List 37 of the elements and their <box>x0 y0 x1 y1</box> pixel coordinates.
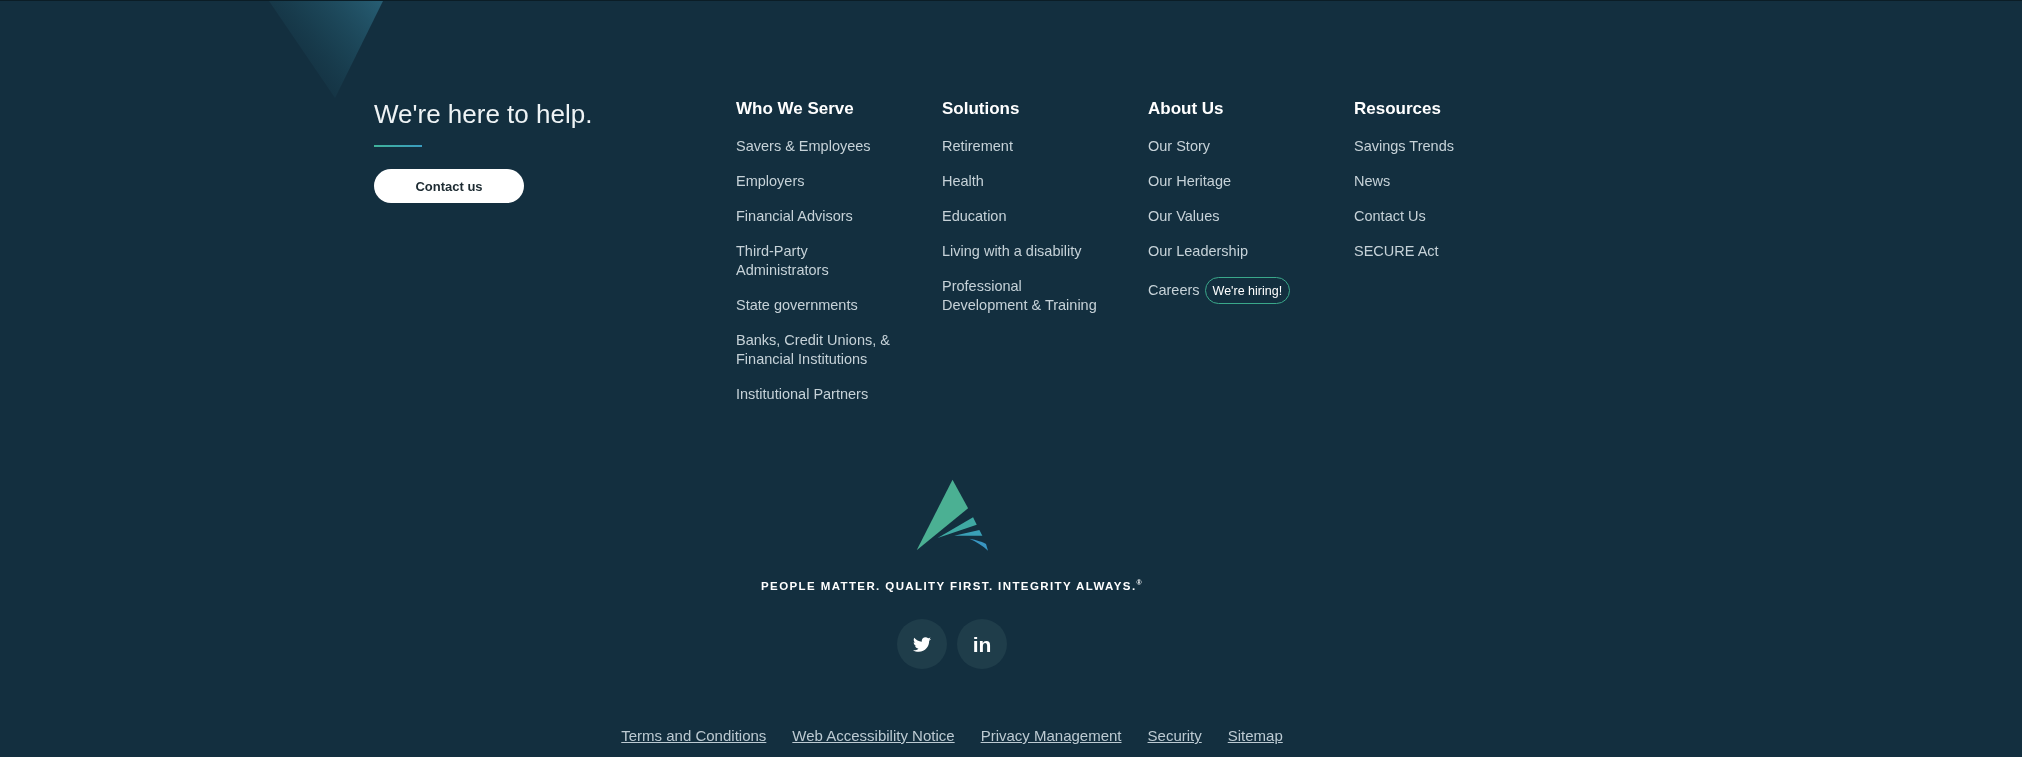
footer-link[interactable]: Contact Us <box>1354 207 1426 226</box>
footer-link[interactable]: Banks, Credit Unions, & Financial Institutions <box>736 331 896 369</box>
footer-link[interactable]: Living with a disability <box>942 242 1082 261</box>
footer-link[interactable]: Retirement <box>942 137 1013 156</box>
footer-link[interactable]: Institutional Partners <box>736 385 869 404</box>
social-button[interactable]: in <box>957 619 1007 669</box>
column-heading: Resources <box>1354 98 1442 120</box>
footer-link[interactable]: Savers & Employees <box>736 137 871 156</box>
legal-link[interactable]: Terms and Conditions <box>621 726 767 746</box>
footer-link[interactable]: Employers <box>736 172 805 191</box>
column-heading: Solutions <box>942 98 1021 120</box>
footer-link[interactable]: Our Heritage <box>1148 172 1231 191</box>
social-button[interactable] <box>897 619 947 669</box>
column-heading: About Us <box>1148 98 1225 120</box>
contact-button[interactable]: Contact us <box>374 169 524 203</box>
footer-link[interactable]: Our Values <box>1148 207 1220 226</box>
footer-link[interactable]: News <box>1354 172 1391 191</box>
footer-link[interactable]: Our Leadership <box>1148 242 1248 261</box>
legal-link[interactable]: Web Accessibility Notice <box>792 726 955 746</box>
triangle-logo-icon <box>915 479 989 551</box>
footer-link[interactable]: Financial Advisors <box>736 207 853 226</box>
footer-link[interactable]: Education <box>942 207 1007 226</box>
tagline: PEOPLE MATTER. QUALITY FIRST. INTEGRITY ALWAYS.$^{®}$ <box>761 578 1143 594</box>
footer-link[interactable]: Careers <box>1148 281 1200 300</box>
footer-link[interactable]: Savings Trends <box>1354 137 1454 156</box>
legal-link[interactable]: Privacy Management <box>980 726 1122 746</box>
footer-link[interactable]: Professional Development & Training <box>942 277 1102 315</box>
help-heading: We're here to help. <box>374 98 594 131</box>
legal-link[interactable]: Security <box>1147 726 1202 746</box>
footer-link[interactable]: Our Story <box>1148 137 1211 156</box>
footer-link[interactable]: Health <box>942 172 984 191</box>
footer-link[interactable]: State governments <box>736 296 858 315</box>
footer-link[interactable]: SECURE Act <box>1354 242 1439 261</box>
bird-icon <box>913 636 931 652</box>
column-heading: Who We Serve <box>736 98 855 120</box>
footer-link[interactable]: Third-Party Administrators <box>736 242 896 280</box>
legal-link[interactable]: Sitemap <box>1227 726 1283 746</box>
